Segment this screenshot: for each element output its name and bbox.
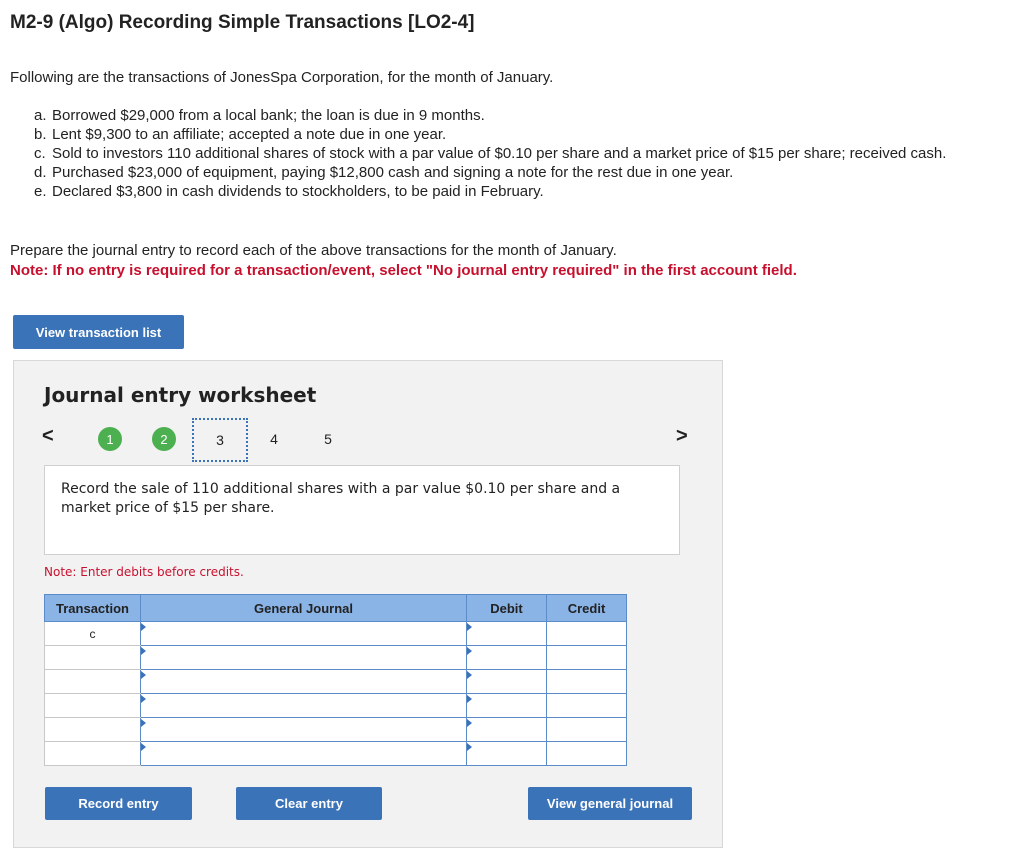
list-item-text: Borrowed $29,000 from a local bank; the …	[52, 107, 485, 124]
list-item-text: Declared $3,800 in cash dividends to sto…	[52, 183, 544, 200]
list-item: d. Purchased $23,000 of equipment, paying…	[34, 163, 1009, 182]
general-journal-table: Transaction General Journal Debit Credit…	[44, 594, 627, 766]
dropdown-marker-icon	[467, 719, 472, 727]
dropdown-marker-icon	[141, 623, 146, 631]
step-5[interactable]: 5	[316, 427, 340, 451]
debit-input[interactable]	[466, 693, 547, 718]
credit-input[interactable]	[546, 741, 627, 766]
transaction-cell	[44, 645, 141, 670]
journal-entry-worksheet: Journal entry worksheet < 1 2 3 4 5 > Re…	[13, 360, 723, 848]
account-select[interactable]	[140, 669, 467, 694]
account-select[interactable]	[140, 693, 467, 718]
view-transaction-list-button[interactable]: View transaction list	[13, 315, 184, 349]
dropdown-marker-icon	[467, 647, 472, 655]
credit-input[interactable]	[546, 669, 627, 694]
step-1[interactable]: 1	[98, 427, 122, 451]
dropdown-marker-icon	[141, 647, 146, 655]
prepare-instruction: Prepare the journal entry to record each…	[10, 242, 617, 259]
transaction-cell	[44, 669, 141, 694]
dropdown-marker-icon	[141, 743, 146, 751]
credit-input[interactable]	[546, 645, 627, 670]
dropdown-marker-icon	[141, 695, 146, 703]
list-item-letter: a.	[34, 107, 47, 124]
clear-entry-button[interactable]: Clear entry	[236, 787, 382, 820]
header-credit: Credit	[546, 594, 627, 622]
list-item-text: Lent $9,300 to an affiliate; accepted a …	[52, 126, 447, 143]
dropdown-marker-icon	[467, 623, 472, 631]
chevron-left-icon[interactable]: <	[42, 425, 54, 448]
step-3[interactable]: 3	[192, 418, 248, 462]
worksheet-title: Journal entry worksheet	[44, 383, 317, 407]
list-item: e. Declared $3,800 in cash dividends to s…	[34, 182, 1009, 201]
list-item: c. Sold to investors 110 additional share…	[34, 144, 1009, 163]
dropdown-marker-icon	[141, 719, 146, 727]
transaction-cell: c	[44, 621, 141, 646]
transaction-cell	[44, 693, 141, 718]
header-debit: Debit	[466, 594, 547, 622]
credit-input[interactable]	[546, 717, 627, 742]
debit-input[interactable]	[466, 669, 547, 694]
transaction-cell	[44, 717, 141, 742]
credit-input[interactable]	[546, 621, 627, 646]
table-row	[44, 717, 627, 742]
list-item-letter: d.	[34, 164, 47, 181]
debit-credit-note: Note: Enter debits before credits.	[44, 565, 244, 579]
chevron-right-icon[interactable]: >	[676, 425, 688, 448]
step-4[interactable]: 4	[262, 427, 286, 451]
record-entry-button[interactable]: Record entry	[45, 787, 192, 820]
account-select[interactable]	[140, 741, 467, 766]
header-transaction: Transaction	[44, 594, 141, 622]
list-item-text: Sold to investors 110 additional shares …	[52, 145, 947, 162]
debit-input[interactable]	[466, 621, 547, 646]
credit-input[interactable]	[546, 693, 627, 718]
list-item-letter: c.	[34, 145, 46, 162]
account-select[interactable]	[140, 717, 467, 742]
step-2[interactable]: 2	[152, 427, 176, 451]
debit-input[interactable]	[466, 645, 547, 670]
list-item-letter: b.	[34, 126, 47, 143]
account-select[interactable]	[140, 621, 467, 646]
table-row	[44, 645, 627, 670]
dropdown-marker-icon	[467, 671, 472, 679]
list-item: b. Lent $9,300 to an affiliate; accepted …	[34, 125, 1009, 144]
table-row	[44, 741, 627, 766]
transaction-cell	[44, 741, 141, 766]
table-row	[44, 669, 627, 694]
list-item-letter: e.	[34, 183, 47, 200]
dropdown-marker-icon	[467, 743, 472, 751]
account-select[interactable]	[140, 645, 467, 670]
debit-input[interactable]	[466, 741, 547, 766]
header-general-journal: General Journal	[140, 594, 467, 622]
page-title: M2-9 (Algo) Recording Simple Transaction…	[10, 12, 475, 33]
dropdown-marker-icon	[467, 695, 472, 703]
view-general-journal-button[interactable]: View general journal	[528, 787, 692, 820]
table-row: c	[44, 621, 627, 646]
table-row	[44, 693, 627, 718]
debit-input[interactable]	[466, 717, 547, 742]
dropdown-marker-icon	[141, 671, 146, 679]
transaction-list: a. Borrowed $29,000 from a local bank; th…	[34, 106, 1009, 201]
instruction-box: Record the sale of 110 additional shares…	[44, 465, 680, 555]
intro-text: Following are the transactions of JonesS…	[10, 69, 554, 86]
list-item: a. Borrowed $29,000 from a local bank; th…	[34, 106, 1009, 125]
list-item-text: Purchased $23,000 of equipment, paying $…	[52, 164, 734, 181]
no-entry-note: Note: If no entry is required for a tran…	[10, 262, 797, 279]
